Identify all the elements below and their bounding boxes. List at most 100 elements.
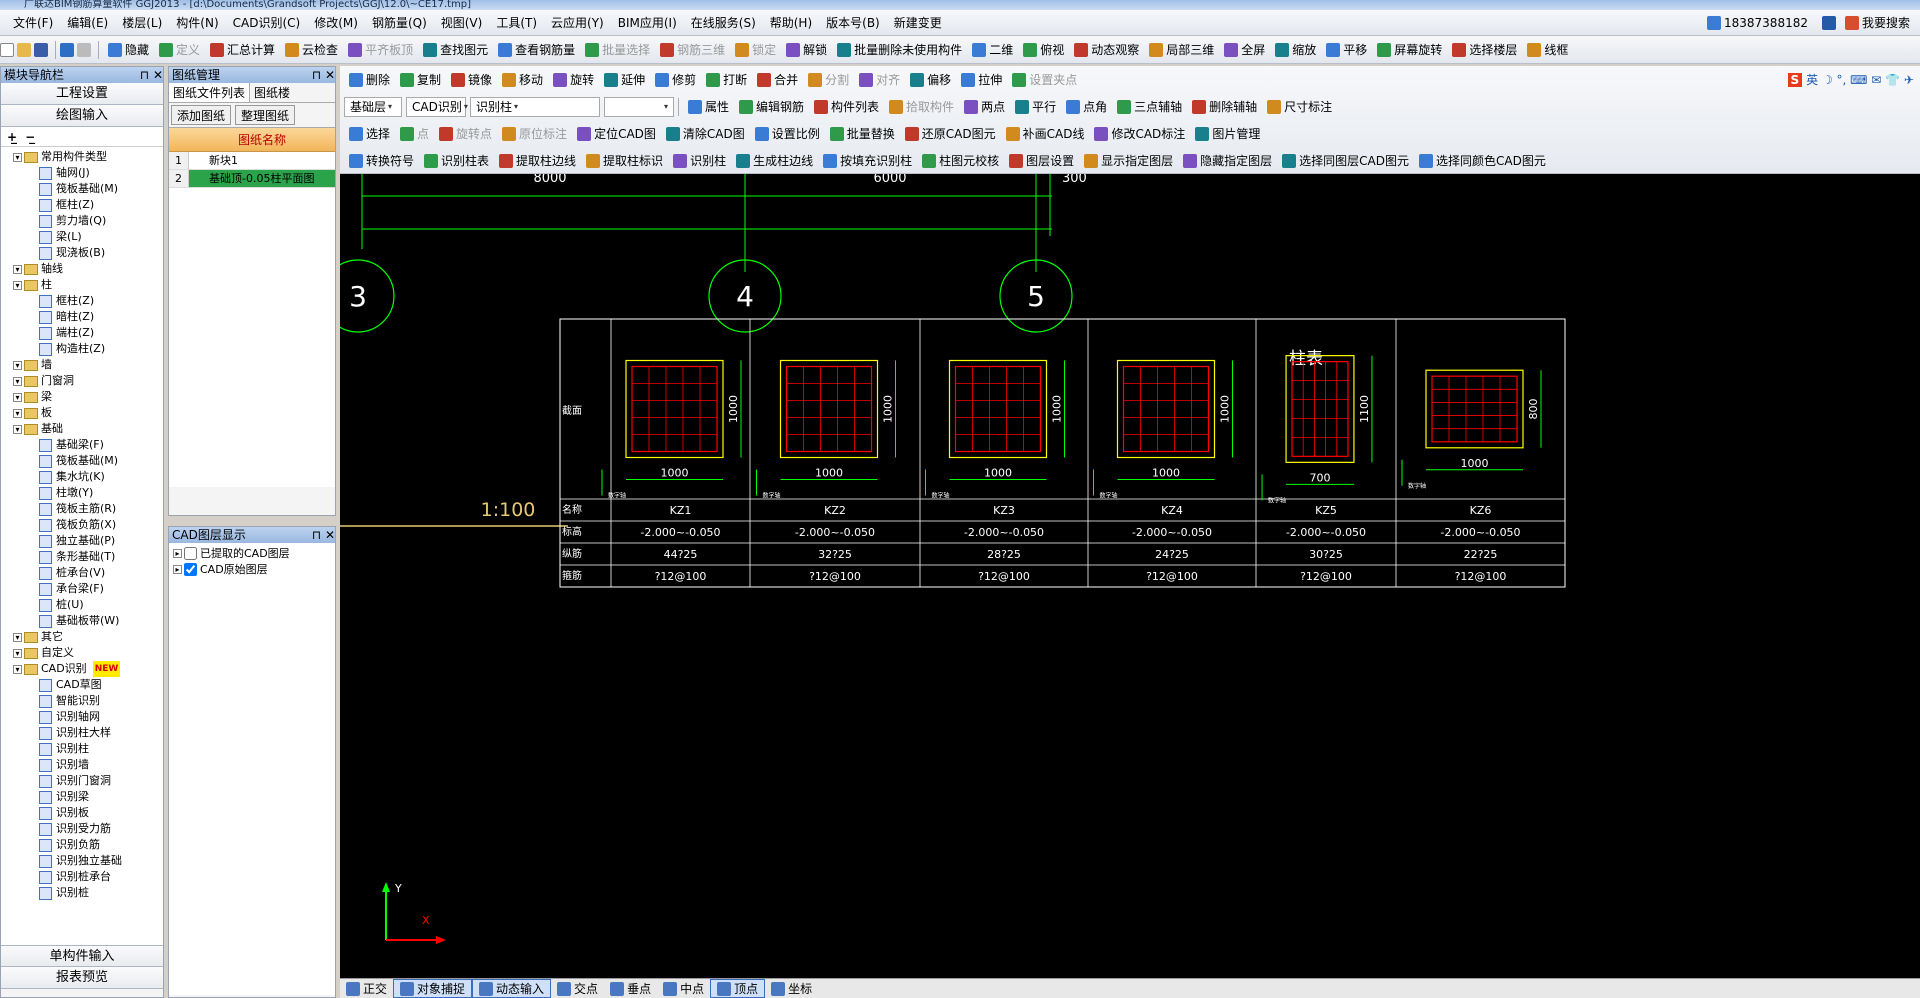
save-icon[interactable] xyxy=(34,42,48,57)
expand-icon[interactable]: ▾ xyxy=(13,376,22,386)
toolbar1-button-12[interactable]: 二维 xyxy=(967,39,1018,61)
tree-item-18[interactable]: 基础梁(F) xyxy=(1,437,163,453)
menu-item-7[interactable]: 视图(V) xyxy=(434,14,490,31)
pin-icon[interactable]: ⊓ ✕ xyxy=(312,67,335,83)
tab-drawing-floor[interactable]: 图纸楼 xyxy=(250,83,294,102)
tree-item-26[interactable]: 桩承台(V) xyxy=(1,565,163,581)
toolbar5-button-8[interactable]: 图层设置 xyxy=(1004,150,1079,172)
toolbar1-button-0[interactable]: 隐藏 xyxy=(103,39,154,61)
toolbar1-button-6[interactable]: 查看钢筋量 xyxy=(493,39,580,61)
menu-item-13[interactable]: 版本号(B) xyxy=(819,14,887,31)
tree-item-45[interactable]: 识别桩承台 xyxy=(1,869,163,885)
user-phone[interactable]: 18387388182 xyxy=(1724,16,1808,30)
tree-item-14[interactable]: ▾ 门窗洞 xyxy=(1,373,163,389)
expand-icon[interactable]: ▾ xyxy=(13,632,22,642)
toolbar2-button-6[interactable]: 修剪 xyxy=(650,69,701,91)
toolbar3-button-3[interactable]: 拾取构件 xyxy=(884,96,959,118)
bell-icon[interactable] xyxy=(1821,15,1836,30)
undo-icon[interactable] xyxy=(60,42,74,57)
toolbar1-button-5[interactable]: 查找图元 xyxy=(418,39,493,61)
expand-icon[interactable]: ▾ xyxy=(13,392,22,402)
toolbar5-button-1[interactable]: 识别柱表 xyxy=(419,150,494,172)
redo-icon[interactable] xyxy=(77,42,91,57)
toolbar5-button-3[interactable]: 提取柱标识 xyxy=(581,150,668,172)
expand-icon[interactable]: ▾ xyxy=(13,280,22,290)
tree-item-12[interactable]: 构造柱(Z) xyxy=(1,341,163,357)
single-component-input-button[interactable]: 单构件输入 xyxy=(1,945,163,967)
toolbar1-button-11[interactable]: 批量删除未使用构件 xyxy=(832,39,967,61)
cad-drawing-canvas[interactable]: 8000 6000 300 3 4 5 1:100 柱表 截面 名称 标高 纵筋 箍筋 1… xyxy=(340,174,1920,978)
expand-icon[interactable]: ▾ xyxy=(13,424,22,434)
toolbar4-button-2[interactable]: 旋转点 xyxy=(434,123,497,145)
drawing-input-button[interactable]: 绘图输入 xyxy=(1,105,163,127)
tree-item-28[interactable]: 桩(U) xyxy=(1,597,163,613)
tree-item-8[interactable]: ▾ 柱 xyxy=(1,277,163,293)
tree-item-27[interactable]: 承台梁(F) xyxy=(1,581,163,597)
extracted-layer-checkbox[interactable] xyxy=(184,546,197,560)
tree-item-44[interactable]: 识别独立基础 xyxy=(1,853,163,869)
ime-mode[interactable]: 英 ☽ °, ⌨ ✉ 👕 ✈ xyxy=(1806,71,1914,88)
toolbar1-button-15[interactable]: 局部三维 xyxy=(1144,39,1219,61)
tree-item-0[interactable]: ▾ 常用构件类型 xyxy=(1,149,163,165)
toolbar3-button-1[interactable]: 编辑钢筋 xyxy=(734,96,809,118)
toolbar4-button-9[interactable]: 补画CAD线 xyxy=(1001,123,1090,145)
arrange-drawing-button[interactable]: 整理图纸 xyxy=(235,105,296,125)
toolbar5-button-2[interactable]: 提取柱边线 xyxy=(494,150,581,172)
toolbar4-button-3[interactable]: 原位标注 xyxy=(497,123,572,145)
status-toggle-3[interactable]: 交点 xyxy=(551,980,604,997)
tree-item-42[interactable]: 识别受力筋 xyxy=(1,821,163,837)
tree-item-35[interactable]: 识别轴网 xyxy=(1,709,163,725)
toolbar5-button-11[interactable]: 选择同图层CAD图元 xyxy=(1277,150,1414,172)
toolbar2-button-2[interactable]: 镜像 xyxy=(446,69,497,91)
recog-type-select[interactable]: 识别柱 ▾ xyxy=(470,96,600,117)
toolbar1-button-14[interactable]: 动态观察 xyxy=(1069,39,1144,61)
expand-icon[interactable]: ▾ xyxy=(13,664,22,674)
tree-item-25[interactable]: 条形基础(T) xyxy=(1,549,163,565)
tree-item-38[interactable]: 识别墙 xyxy=(1,757,163,773)
add-drawing-button[interactable]: 添加图纸 xyxy=(171,105,232,125)
original-layer-checkbox[interactable] xyxy=(184,562,197,576)
menu-item-12[interactable]: 帮助(H) xyxy=(763,14,819,31)
toolbar4-button-10[interactable]: 修改CAD标注 xyxy=(1089,123,1190,145)
menu-item-14[interactable]: 新建变更 xyxy=(887,14,949,31)
drawing-row[interactable]: 2 基础顶-0.05柱平面图 xyxy=(169,170,335,188)
toolbar5-button-12[interactable]: 选择同颜色CAD图元 xyxy=(1414,150,1551,172)
menu-item-1[interactable]: 编辑(E) xyxy=(60,14,115,31)
toolbar3-button-5[interactable]: 平行 xyxy=(1010,96,1061,118)
toolbar4-button-11[interactable]: 图片管理 xyxy=(1190,123,1265,145)
toolbar5-button-7[interactable]: 柱图元校核 xyxy=(917,150,1004,172)
tree-item-23[interactable]: 筏板负筋(X) xyxy=(1,517,163,533)
open-file-icon[interactable] xyxy=(17,42,31,57)
toolbar1-button-7[interactable]: 批量选择 xyxy=(580,39,655,61)
tree-item-13[interactable]: ▾ 墙 xyxy=(1,357,163,373)
menu-item-2[interactable]: 楼层(L) xyxy=(115,14,169,31)
floor-select[interactable]: 基础层 ▾ xyxy=(344,96,402,117)
toolbar2-button-9[interactable]: 分割 xyxy=(803,69,854,91)
toolbar4-button-8[interactable]: 还原CAD图元 xyxy=(900,123,1001,145)
tree-item-6[interactable]: 现浇板(B) xyxy=(1,245,163,261)
status-toggle-7[interactable]: 坐标 xyxy=(765,980,818,997)
toolbar5-button-6[interactable]: 按填充识别柱 xyxy=(818,150,917,172)
tree-item-31[interactable]: ▾ 自定义 xyxy=(1,645,163,661)
tree-item-32[interactable]: ▾ CAD识别 NEW xyxy=(1,661,163,677)
tree-item-16[interactable]: ▾ 板 xyxy=(1,405,163,421)
search-link[interactable]: 我要搜索 xyxy=(1862,14,1910,31)
tree-item-36[interactable]: 识别柱大样 xyxy=(1,725,163,741)
menu-item-11[interactable]: 在线服务(S) xyxy=(684,14,763,31)
cad-recog-select[interactable]: CAD识别 ▾ xyxy=(406,96,468,117)
tree-item-29[interactable]: 基础板带(W) xyxy=(1,613,163,629)
toolbar3-button-8[interactable]: 删除辅轴 xyxy=(1187,96,1262,118)
toolbar1-button-17[interactable]: 缩放 xyxy=(1270,39,1321,61)
toolbar2-button-8[interactable]: 合并 xyxy=(752,69,803,91)
toolbar5-button-0[interactable]: 转换符号 xyxy=(344,150,419,172)
tree-item-10[interactable]: 暗柱(Z) xyxy=(1,309,163,325)
toolbar2-button-10[interactable]: 对齐 xyxy=(854,69,905,91)
toolbar2-button-11[interactable]: 偏移 xyxy=(905,69,956,91)
toolbar5-button-9[interactable]: 显示指定图层 xyxy=(1079,150,1178,172)
toolbar2-button-12[interactable]: 拉伸 xyxy=(956,69,1007,91)
toolbar3-button-7[interactable]: 三点辅轴 xyxy=(1112,96,1187,118)
menu-item-4[interactable]: CAD识别(C) xyxy=(226,14,308,31)
ime-logo-icon[interactable]: S xyxy=(1787,72,1803,87)
tree-item-33[interactable]: CAD草图 xyxy=(1,677,163,693)
expand-icon[interactable]: ▾ xyxy=(13,408,22,418)
